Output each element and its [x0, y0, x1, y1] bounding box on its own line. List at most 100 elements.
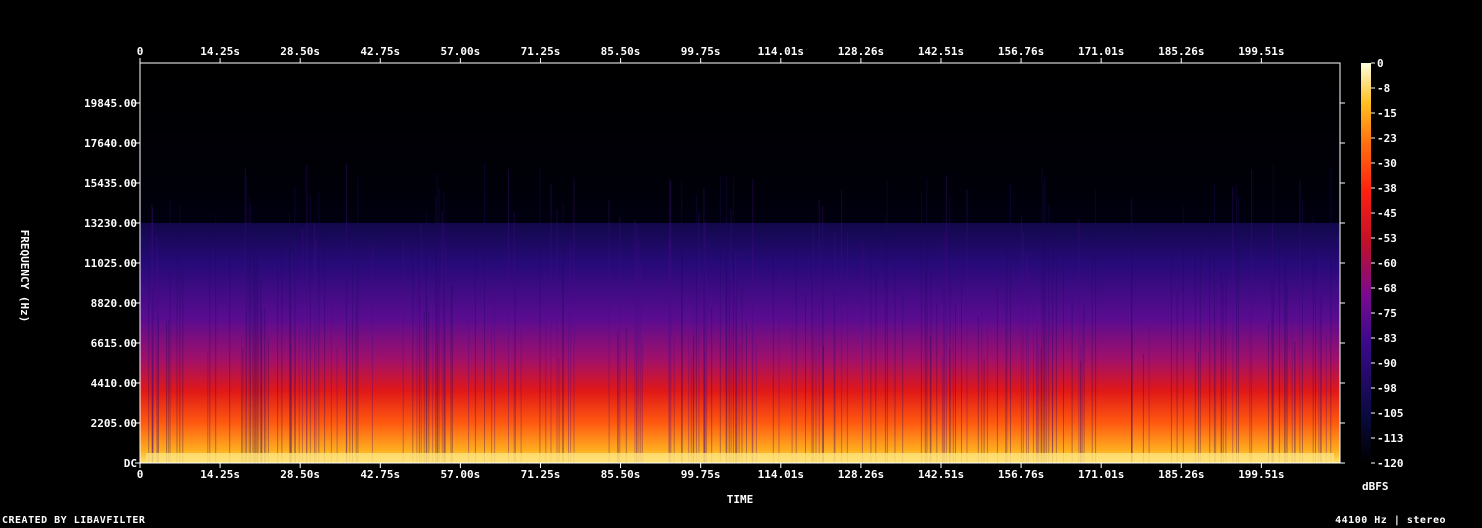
spectral-streak: [169, 199, 171, 463]
spectral-streak: [438, 187, 440, 463]
spectral-streak: [698, 213, 700, 463]
x-tick-label: 142.51s: [918, 45, 964, 58]
spectral-streak: [1051, 322, 1053, 463]
spectral-streak: [706, 270, 708, 463]
spectral-streak: [416, 276, 418, 463]
colorbar-tick-label: -98: [1377, 382, 1397, 395]
x-tick-label: 128.26s: [838, 468, 884, 481]
x-tick-label: 57.00s: [440, 468, 480, 481]
spectrogram-image: [140, 63, 1340, 463]
spectral-streak: [1315, 252, 1316, 463]
spectral-streak: [688, 337, 690, 463]
colorbar-label: dBFS: [1362, 480, 1389, 493]
spectral-streak: [444, 243, 446, 463]
spectral-streak: [755, 344, 757, 463]
x-tick-label: 14.25s: [200, 45, 240, 58]
spectral-streak: [1299, 179, 1301, 463]
spectral-streak: [952, 307, 954, 463]
spectral-streak: [562, 202, 564, 463]
spectral-streak: [267, 337, 269, 463]
spectral-streak: [822, 221, 824, 463]
spectral-streak: [719, 176, 721, 464]
spectral-streak: [556, 209, 558, 463]
spectral-streak: [1176, 293, 1178, 463]
spectral-streak: [987, 317, 988, 463]
spectral-streak: [314, 222, 315, 463]
x-tick-label: 0: [137, 45, 144, 58]
spectral-streak: [949, 348, 951, 463]
spectral-streak: [1271, 223, 1273, 463]
spectral-streak: [841, 189, 843, 463]
spectral-streak: [1284, 265, 1285, 463]
colorbar-tick-label: -90: [1377, 357, 1397, 370]
spectral-streak: [252, 224, 254, 463]
spectral-streak: [943, 234, 945, 463]
spectral-streak: [945, 175, 947, 463]
spectral-streak: [1010, 183, 1011, 463]
y-tick-label: 4410.00: [91, 377, 137, 390]
spectral-streak: [550, 184, 552, 463]
spectral-streak: [1213, 184, 1215, 463]
spectral-streak: [741, 289, 743, 463]
spectral-streak: [1032, 291, 1034, 463]
spectral-streak: [681, 250, 683, 463]
spectral-streak: [619, 217, 621, 463]
spectral-streak: [357, 177, 359, 463]
spectral-streak: [1198, 352, 1199, 463]
spectral-streak: [1091, 231, 1093, 463]
spectral-streak: [491, 286, 493, 463]
colorbar-tick-label: -8: [1377, 82, 1390, 95]
spectral-streak: [955, 304, 956, 463]
spectral-streak: [215, 214, 217, 463]
spectral-streak: [450, 286, 452, 463]
spectral-streak: [349, 322, 351, 463]
spectral-streak: [884, 213, 886, 463]
spectral-streak: [229, 246, 231, 463]
y-tick-label: 13230.00: [84, 217, 137, 230]
spectral-streak: [330, 304, 332, 463]
spectral-streak: [241, 338, 242, 463]
spectral-streak: [573, 178, 575, 463]
spectral-streak: [640, 262, 642, 463]
spectral-streak: [1063, 233, 1064, 463]
spectral-streak: [634, 219, 636, 463]
x-tick-label: 128.26s: [838, 45, 884, 58]
spectral-streak: [148, 260, 150, 463]
spectral-streak: [156, 235, 158, 463]
colorbar-tick-label: -23: [1377, 132, 1397, 145]
spectral-streak: [167, 320, 169, 463]
spectral-streak: [281, 228, 283, 463]
spectral-streak: [315, 238, 317, 463]
spectral-streak: [306, 326, 308, 463]
spectral-streak: [412, 241, 414, 463]
spectral-streak: [1220, 301, 1222, 463]
spectral-streak: [250, 205, 251, 463]
spectral-streak: [625, 327, 627, 463]
y-tick-label: 6615.00: [91, 337, 137, 350]
spectral-streak: [1043, 182, 1045, 463]
spectral-streak: [166, 321, 167, 463]
colorbar-tick-label: 0: [1377, 57, 1384, 70]
spectral-streak: [730, 209, 732, 463]
spectral-streak: [289, 213, 291, 463]
spectral-streak: [811, 260, 813, 463]
x-tick-label: 28.50s: [280, 468, 320, 481]
spectral-streak: [1249, 290, 1251, 463]
spectral-streak: [260, 309, 262, 463]
spectral-streak: [1194, 257, 1196, 463]
spectral-streak: [690, 356, 692, 463]
spectral-streak: [1048, 204, 1050, 464]
spectral-streak: [791, 298, 793, 463]
spectral-streak: [1044, 176, 1046, 464]
spectral-streak: [886, 180, 888, 464]
spectral-streak: [441, 211, 443, 463]
spectral-streak: [514, 286, 516, 463]
y-tick-label: 19845.00: [84, 97, 137, 110]
spectral-streak: [336, 347, 338, 463]
x-axis-bottom: 0 14.25s 28.50s 42.75s 57.00s 71.25s 85.50s 99.…: [137, 463, 1285, 481]
spectral-streak: [1209, 215, 1211, 463]
y-tick-label: 17640.00: [84, 137, 137, 150]
x-tick-label: 114.01s: [758, 468, 804, 481]
spectral-streak: [920, 190, 922, 463]
colorbar-tick-label: -68: [1377, 282, 1397, 295]
